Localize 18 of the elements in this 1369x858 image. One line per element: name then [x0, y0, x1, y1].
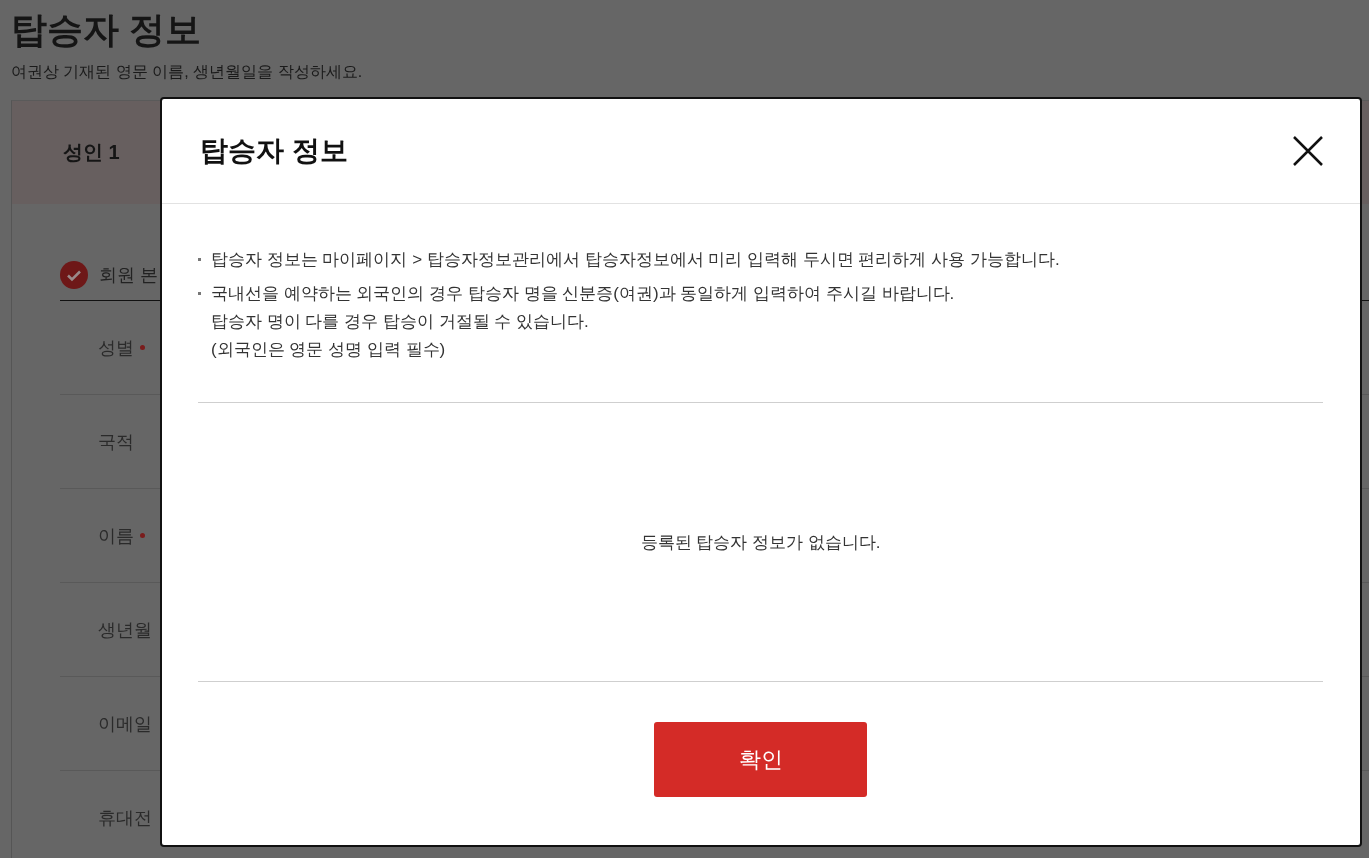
- page-title: 탑승자 정보: [11, 8, 202, 52]
- confirm-button[interactable]: 확인: [654, 722, 867, 797]
- checkbox-icon[interactable]: [60, 261, 88, 289]
- field-label: 이메일: [98, 712, 152, 736]
- field-label: 이름: [98, 524, 134, 548]
- field-label: 휴대전: [98, 806, 152, 830]
- bullet-icon: [198, 258, 201, 261]
- field-label: 성별: [98, 336, 134, 360]
- field-label: 생년월: [98, 618, 152, 642]
- notice-text: 국내선을 예약하는 외국인의 경우 탑승자 명을 신분증(여권)과 동일하게 입력하여 주시길 바랍니다. 탑승자 명이 다를 경우 탑승이 거절될 수 있습니다. (외국인은 영문 성명 입력 필수): [211, 283, 955, 361]
- bullet-icon: [198, 292, 201, 295]
- close-icon[interactable]: [1292, 135, 1324, 167]
- empty-message: 등록된 탑승자 정보가 없습니다.: [640, 531, 881, 554]
- member-option-label: 회원 본: [99, 264, 158, 287]
- notice-text: 탑승자 정보는 마이페이지 > 탑승자정보관리에서 탑승자정보에서 미리 입력해 두시면 편리하게 사용 가능합니다.: [211, 249, 1060, 271]
- dialog-title: 탑승자 정보: [200, 134, 348, 168]
- page-subtitle: 여권상 기재된 영문 이름, 생년월일을 작성하세요.: [11, 62, 364, 82]
- field-label: 국적: [98, 430, 134, 454]
